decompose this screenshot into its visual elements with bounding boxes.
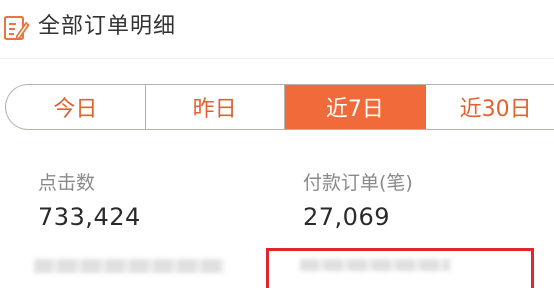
clicks-label: 点击数	[38, 172, 96, 194]
page-header: 全部订单明细	[0, 0, 554, 59]
tab-last-7-days[interactable]: 近7日	[284, 85, 427, 129]
tab-today[interactable]: 今日	[6, 85, 146, 129]
paid-orders-label: 付款订单(笔)	[303, 172, 413, 194]
tab-last-30-days[interactable]: 近30日	[426, 85, 554, 129]
page-title: 全部订单明细	[38, 14, 177, 39]
paid-orders-value: 27,069	[303, 203, 390, 231]
tab-yesterday[interactable]: 昨日	[146, 85, 285, 129]
clicks-value: 733,424	[38, 203, 141, 231]
date-range-tabs: 今日 昨日 近7日 近30日	[5, 84, 554, 130]
obscured-stat-left	[34, 259, 224, 273]
edit-document-icon	[4, 16, 29, 41]
obscured-stat-right	[300, 259, 450, 271]
